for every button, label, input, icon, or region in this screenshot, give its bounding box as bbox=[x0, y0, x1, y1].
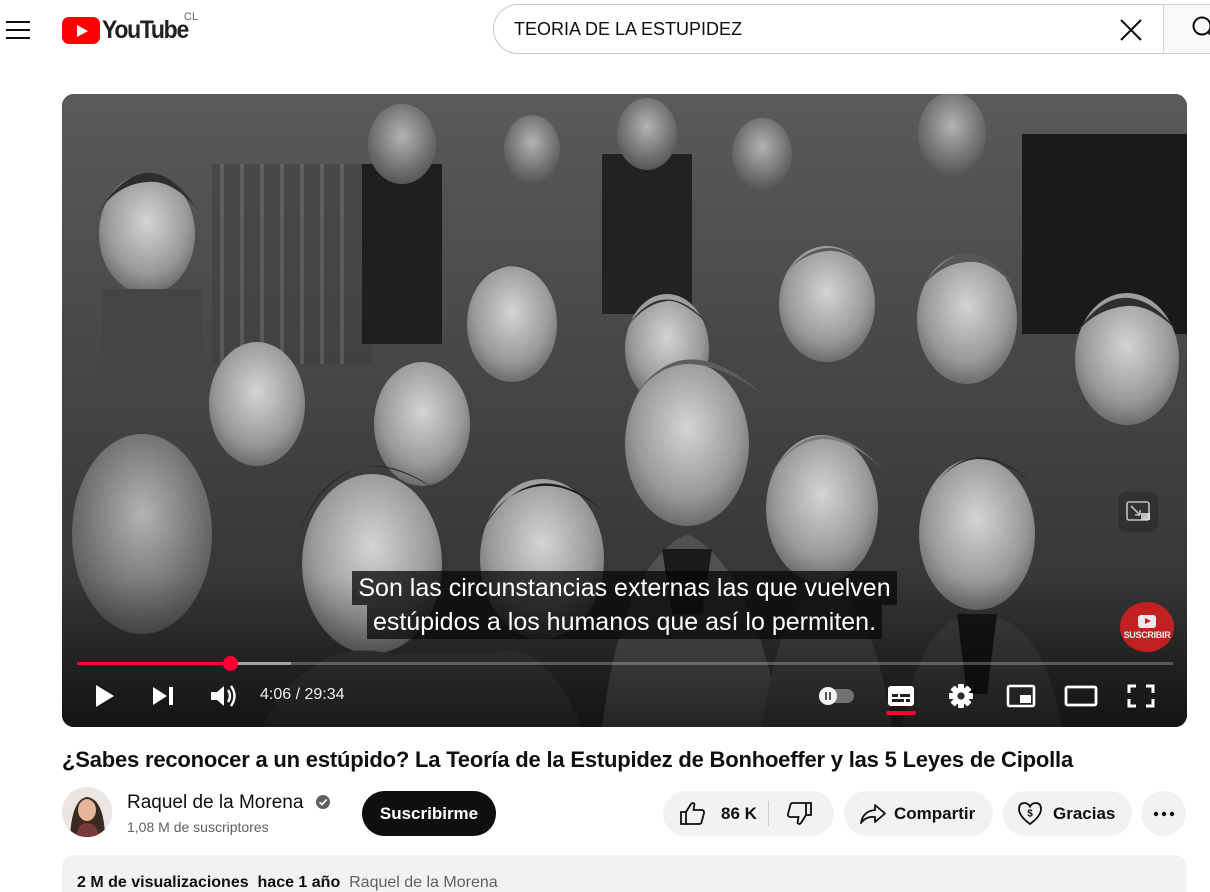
logo-text: YouTube bbox=[102, 15, 189, 44]
settings-button[interactable] bbox=[941, 678, 981, 714]
upload-date: hace 1 año bbox=[257, 874, 341, 891]
theater-mode-icon bbox=[1064, 685, 1098, 707]
dislike-icon bbox=[787, 802, 812, 825]
search-input[interactable] bbox=[514, 5, 1104, 53]
progress-bar[interactable] bbox=[77, 656, 1173, 671]
caption-line: Son las circunstancias externas las que … bbox=[352, 571, 897, 605]
like-count: 86 K bbox=[721, 803, 757, 823]
menu-icon[interactable] bbox=[0, 12, 36, 48]
like-icon bbox=[680, 802, 705, 825]
play-icon bbox=[96, 685, 114, 707]
miniplayer-icon bbox=[1006, 684, 1036, 708]
share-label: Compartir bbox=[894, 803, 976, 823]
subscribe-watermark[interactable]: SUSCRIBIR bbox=[1120, 602, 1174, 652]
youtube-logo-icon bbox=[62, 16, 100, 44]
miniplayer-button[interactable] bbox=[1001, 678, 1041, 714]
view-count: 2 M de visualizaciones bbox=[77, 874, 249, 891]
subscribe-button[interactable]: Suscribirme bbox=[362, 791, 496, 836]
clear-icon[interactable] bbox=[1114, 13, 1148, 47]
video-title: ¿Sabes reconocer a un estúpido? La Teorí… bbox=[62, 747, 1073, 772]
svg-text:$: $ bbox=[1027, 809, 1033, 820]
search-button[interactable] bbox=[1163, 4, 1210, 54]
volume-button[interactable] bbox=[202, 678, 242, 714]
thanks-icon: $ bbox=[1018, 802, 1042, 826]
more-actions-button[interactable] bbox=[1141, 791, 1186, 836]
like-dislike-group: 86 K bbox=[663, 791, 834, 836]
subscribe-watermark-label: SUSCRIBIR bbox=[1123, 629, 1171, 640]
settings-icon bbox=[949, 684, 973, 708]
fullscreen-icon bbox=[1127, 684, 1155, 708]
search-box bbox=[493, 4, 1163, 54]
like-button[interactable]: 86 K bbox=[663, 791, 768, 836]
dislike-button[interactable] bbox=[769, 791, 834, 836]
next-button[interactable] bbox=[144, 678, 184, 714]
search-icon bbox=[1192, 16, 1210, 36]
more-icon bbox=[1153, 811, 1174, 816]
description-tag[interactable]: Raquel de la Morena bbox=[349, 874, 498, 891]
pip-overlay-icon bbox=[1126, 501, 1150, 521]
country-code: CL bbox=[184, 11, 199, 23]
captions: Son las circunstancias externas las que … bbox=[62, 571, 1187, 639]
thanks-label: Gracias bbox=[1053, 803, 1116, 823]
play-button[interactable] bbox=[86, 678, 126, 714]
youtube-mini-icon bbox=[1138, 614, 1156, 628]
fullscreen-button[interactable] bbox=[1121, 678, 1161, 714]
share-icon bbox=[860, 804, 886, 824]
thanks-button[interactable]: $ Gracias bbox=[1003, 791, 1132, 836]
video-player[interactable]: Son las circunstancias externas las que … bbox=[62, 94, 1187, 727]
subtitles-active-indicator bbox=[886, 711, 916, 715]
share-button[interactable]: Compartir bbox=[844, 791, 993, 836]
autoplay-toggle[interactable] bbox=[814, 678, 858, 714]
subtitles-button[interactable] bbox=[881, 678, 921, 714]
masthead: YouTube CL bbox=[0, 0, 1210, 60]
subscriber-count: 1,08 M de suscriptores bbox=[127, 819, 269, 835]
volume-icon bbox=[211, 685, 236, 707]
progress-played bbox=[77, 662, 231, 665]
channel-name[interactable]: Raquel de la Morena bbox=[127, 792, 303, 814]
caption-line: estúpidos a los humanos que así lo permi… bbox=[366, 605, 883, 639]
channel-avatar[interactable] bbox=[62, 787, 112, 837]
pip-overlay-button[interactable] bbox=[1118, 492, 1158, 532]
description-box[interactable]: 2 M de visualizaciones hace 1 año Raquel… bbox=[62, 855, 1187, 892]
verified-icon bbox=[316, 795, 330, 809]
time-display: 4:06 / 29:34 bbox=[260, 686, 345, 703]
theater-mode-button[interactable] bbox=[1061, 678, 1101, 714]
subtitles-icon bbox=[888, 686, 914, 706]
youtube-logo[interactable]: YouTube bbox=[62, 16, 195, 44]
next-icon bbox=[153, 687, 173, 705]
description-meta: 2 M de visualizaciones hace 1 año Raquel… bbox=[77, 874, 498, 892]
autoplay-toggle-icon bbox=[819, 687, 854, 705]
